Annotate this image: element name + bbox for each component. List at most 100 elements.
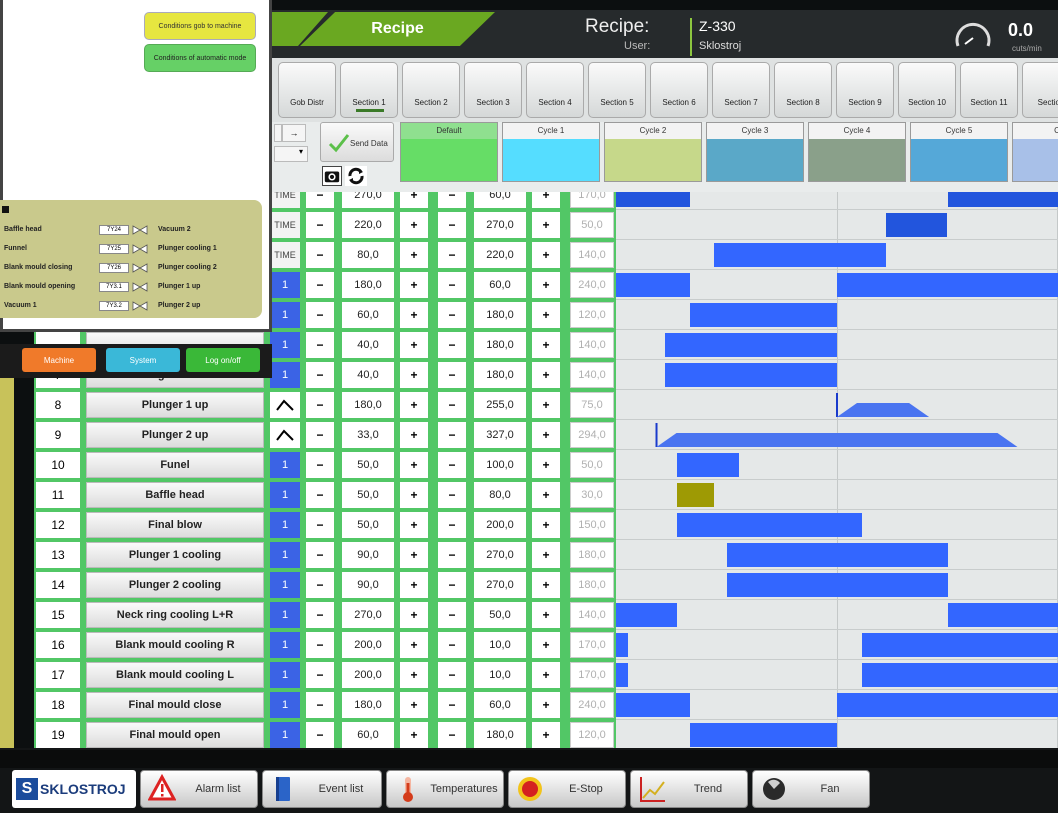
trend-button[interactable]: Trend bbox=[630, 770, 748, 808]
minus-button[interactable]: − bbox=[438, 422, 466, 448]
end-value[interactable]: 270,0 bbox=[474, 542, 526, 568]
minus-button[interactable]: − bbox=[306, 422, 334, 448]
row-type-button[interactable]: 1 bbox=[270, 722, 300, 748]
minus-button[interactable]: − bbox=[438, 512, 466, 538]
minus-button[interactable]: − bbox=[306, 212, 334, 238]
plus-button[interactable]: + bbox=[400, 632, 428, 658]
plus-button[interactable]: + bbox=[400, 392, 428, 418]
start-value[interactable]: 80,0 bbox=[342, 242, 394, 268]
tab-section-7[interactable]: Section 7 bbox=[712, 62, 770, 118]
plus-button[interactable]: + bbox=[532, 722, 560, 748]
refresh-icon[interactable] bbox=[345, 166, 367, 186]
row-name-button[interactable]: Funel bbox=[86, 452, 264, 478]
minus-button[interactable]: − bbox=[438, 632, 466, 658]
row-name-button[interactable]: Plunger 1 cooling bbox=[86, 542, 264, 568]
row-type-button[interactable]: 1 bbox=[270, 332, 300, 358]
row-type-button[interactable]: 1 bbox=[270, 632, 300, 658]
row-name-button[interactable]: Final mould open bbox=[86, 722, 264, 748]
minus-button[interactable]: − bbox=[438, 662, 466, 688]
row-name-button[interactable]: Plunger 2 up bbox=[86, 422, 264, 448]
nav-arrow-button[interactable]: → bbox=[282, 124, 306, 142]
cycle-option-3[interactable]: Cycle 3 bbox=[706, 122, 804, 182]
minus-button[interactable]: − bbox=[438, 542, 466, 568]
conditions-gob-button[interactable]: Conditions gob to machine bbox=[144, 12, 256, 40]
minus-button[interactable]: − bbox=[306, 572, 334, 598]
start-value[interactable]: 40,0 bbox=[342, 332, 394, 358]
cycle-option-2[interactable]: Cycle 2 bbox=[604, 122, 702, 182]
minus-button[interactable]: − bbox=[306, 392, 334, 418]
plus-button[interactable]: + bbox=[400, 242, 428, 268]
cycle-option-6[interactable]: Cyc bbox=[1012, 122, 1058, 182]
plus-button[interactable]: + bbox=[532, 242, 560, 268]
valve-code-box[interactable]: 7Y25 bbox=[99, 244, 129, 254]
start-value[interactable]: 270,0 bbox=[342, 602, 394, 628]
start-value[interactable]: 60,0 bbox=[342, 722, 394, 748]
start-value[interactable]: 90,0 bbox=[342, 572, 394, 598]
plus-button[interactable]: + bbox=[532, 572, 560, 598]
plus-button[interactable]: + bbox=[400, 422, 428, 448]
plus-button[interactable]: + bbox=[400, 452, 428, 478]
start-value[interactable]: 33,0 bbox=[342, 422, 394, 448]
plus-button[interactable]: + bbox=[400, 212, 428, 238]
minus-button[interactable]: − bbox=[438, 272, 466, 298]
plus-button[interactable]: + bbox=[532, 602, 560, 628]
plus-button[interactable]: + bbox=[400, 662, 428, 688]
fan-button[interactable]: Fan bbox=[752, 770, 870, 808]
tab-section-12[interactable]: Section bbox=[1022, 62, 1058, 118]
alarm-list-button[interactable]: Alarm list bbox=[140, 770, 258, 808]
tab-section-10[interactable]: Section 10 bbox=[898, 62, 956, 118]
row-type-button[interactable] bbox=[270, 392, 300, 418]
plus-button[interactable]: + bbox=[532, 212, 560, 238]
conditions-auto-button[interactable]: Conditions of automatic mode bbox=[144, 44, 256, 72]
end-value[interactable]: 200,0 bbox=[474, 512, 526, 538]
row-type-button[interactable]: 1 bbox=[270, 512, 300, 538]
tab-section-11[interactable]: Section 11 bbox=[960, 62, 1018, 118]
cycle-option-5[interactable]: Cycle 5 bbox=[910, 122, 1008, 182]
plus-button[interactable]: + bbox=[400, 692, 428, 718]
event-list-button[interactable]: Event list bbox=[262, 770, 382, 808]
row-name-button[interactable]: Neck ring cooling L+R bbox=[86, 602, 264, 628]
end-value[interactable]: 60,0 bbox=[474, 272, 526, 298]
row-type-button[interactable]: TIME bbox=[270, 242, 300, 268]
panel-tab-system[interactable]: System bbox=[106, 348, 180, 372]
row-type-button[interactable]: 1 bbox=[270, 272, 300, 298]
row-type-button[interactable]: 1 bbox=[270, 302, 300, 328]
e-stop-button[interactable]: E-Stop bbox=[508, 770, 626, 808]
start-value[interactable]: 200,0 bbox=[342, 662, 394, 688]
tab-section-1[interactable]: Section 1 bbox=[340, 62, 398, 118]
plus-button[interactable]: + bbox=[532, 332, 560, 358]
minus-button[interactable]: − bbox=[306, 362, 334, 388]
minus-button[interactable]: − bbox=[306, 512, 334, 538]
plus-button[interactable]: + bbox=[400, 332, 428, 358]
end-value[interactable]: 270,0 bbox=[474, 572, 526, 598]
tab-section-5[interactable]: Section 5 bbox=[588, 62, 646, 118]
end-value[interactable]: 60,0 bbox=[474, 192, 526, 208]
end-value[interactable]: 327,0 bbox=[474, 422, 526, 448]
row-type-button[interactable]: 1 bbox=[270, 572, 300, 598]
cycle-option-0[interactable]: Default bbox=[400, 122, 498, 182]
plus-button[interactable]: + bbox=[532, 632, 560, 658]
tab-section-2[interactable]: Section 2 bbox=[402, 62, 460, 118]
minus-button[interactable]: − bbox=[438, 332, 466, 358]
minus-button[interactable]: − bbox=[306, 452, 334, 478]
start-value[interactable]: 180,0 bbox=[342, 392, 394, 418]
end-value[interactable]: 60,0 bbox=[474, 692, 526, 718]
end-value[interactable]: 180,0 bbox=[474, 332, 526, 358]
start-value[interactable]: 180,0 bbox=[342, 692, 394, 718]
plus-button[interactable]: + bbox=[532, 662, 560, 688]
start-value[interactable]: 200,0 bbox=[342, 632, 394, 658]
valve-code-box[interactable]: 7Y3.2 bbox=[99, 301, 129, 311]
minus-button[interactable]: − bbox=[438, 212, 466, 238]
minus-button[interactable]: − bbox=[438, 362, 466, 388]
row-name-button[interactable]: Blank mould cooling L bbox=[86, 662, 264, 688]
valve-code-box[interactable]: 7Y3.1 bbox=[99, 282, 129, 292]
minus-button[interactable]: − bbox=[306, 692, 334, 718]
end-value[interactable]: 10,0 bbox=[474, 632, 526, 658]
row-name-button[interactable]: Baffle head bbox=[86, 482, 264, 508]
row-name-button[interactable]: Plunger 2 cooling bbox=[86, 572, 264, 598]
end-value[interactable]: 220,0 bbox=[474, 242, 526, 268]
plus-button[interactable]: + bbox=[532, 392, 560, 418]
minus-button[interactable]: − bbox=[438, 302, 466, 328]
start-value[interactable]: 270,0 bbox=[342, 192, 394, 208]
row-type-button[interactable] bbox=[270, 422, 300, 448]
